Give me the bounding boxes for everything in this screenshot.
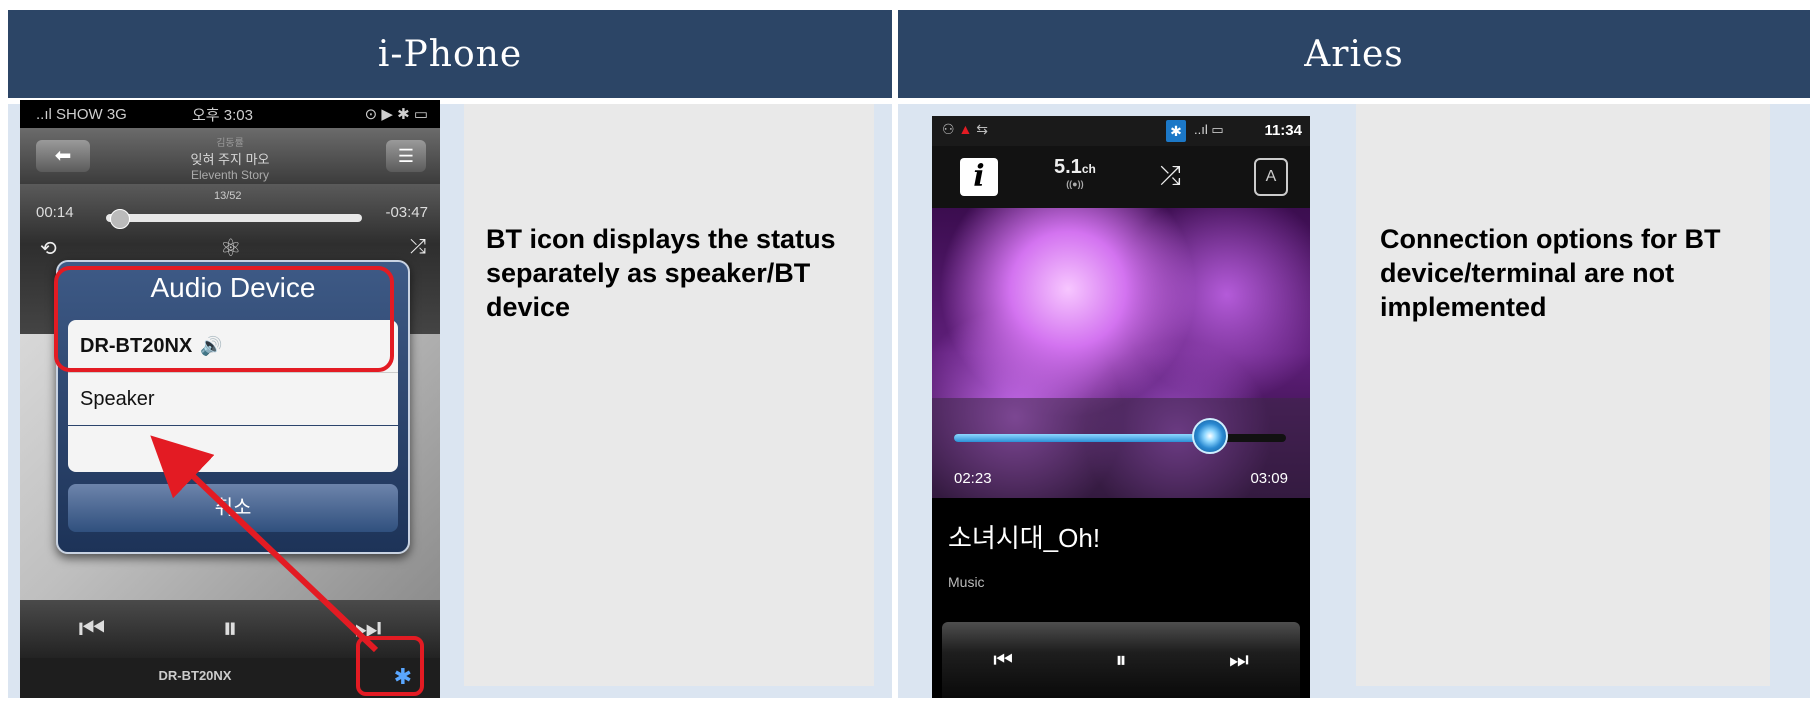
bluetooth-status-icon: ✱ xyxy=(1166,120,1186,142)
category-label: Music xyxy=(948,574,985,590)
description-iphone-text: BT icon displays the status separately a… xyxy=(486,224,836,322)
status-time: 11:34 xyxy=(1264,122,1302,139)
elapsed-time: 02:23 xyxy=(954,470,992,487)
seek-thumb[interactable] xyxy=(1191,418,1228,454)
pause-button[interactable]: ⏸ xyxy=(1115,647,1126,673)
description-iphone: BT icon displays the status separately a… xyxy=(464,104,874,686)
prev-track-button[interactable]: ⏮ xyxy=(993,647,1013,673)
aries-progress-area: 02:23 03:09 xyxy=(932,398,1310,498)
signal-battery-icon: ..ıl ▭ xyxy=(1194,122,1224,137)
notification-icon: ⚇ xyxy=(942,121,955,137)
surround-button[interactable]: 5.1ch ((●)) xyxy=(1054,156,1096,189)
surround-unit: ch xyxy=(1081,162,1096,176)
aries-screen: ⚇ ▲ ⇆ ✱ ..ıl ▭ 11:34 i 5.1ch ((●)) ⤮ A 0… xyxy=(932,116,1310,698)
seek-bar[interactable] xyxy=(954,418,1286,454)
song-title: 소녀시대_Oh! xyxy=(948,523,1101,553)
aries-transport: ⏮ ⏸ ⏭ xyxy=(942,622,1300,698)
notification-icons: ⚇ ▲ ⇆ xyxy=(942,121,988,138)
aries-toolbar: i 5.1ch ((●)) ⤮ A xyxy=(932,146,1310,208)
surround-label: 5.1 xyxy=(1054,156,1082,178)
info-button[interactable]: i xyxy=(960,158,998,196)
aries-status-bar: ⚇ ▲ ⇆ ✱ ..ıl ▭ 11:34 xyxy=(932,116,1310,146)
description-aries: Connection options for BT device/termina… xyxy=(1356,104,1770,686)
warning-icon: ▲ xyxy=(958,121,973,137)
surround-sub: ((●)) xyxy=(1066,179,1084,189)
seek-bar-fill xyxy=(954,434,1210,442)
description-aries-text: Connection options for BT device/termina… xyxy=(1380,224,1721,322)
next-track-button[interactable]: ⏭ xyxy=(1229,647,1249,673)
rotate-icon[interactable]: A xyxy=(1254,158,1288,196)
usb-icon: ⇆ xyxy=(976,121,988,137)
total-time: 03:09 xyxy=(1250,470,1288,487)
shuffle-icon[interactable]: ⤮ xyxy=(1160,160,1181,192)
